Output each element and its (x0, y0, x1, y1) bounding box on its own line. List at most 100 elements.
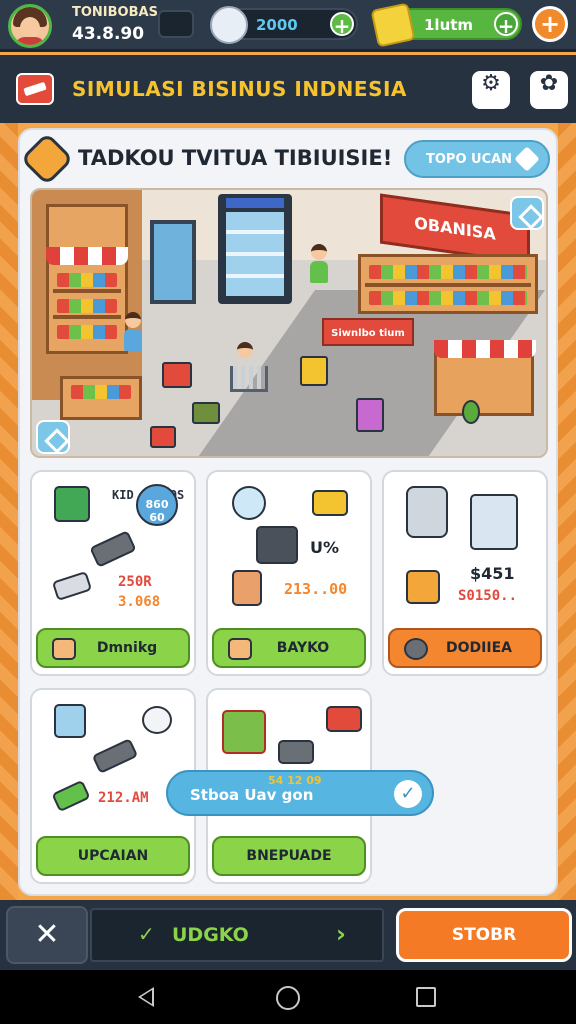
card-2-line-1: U% (310, 538, 340, 557)
card-1-line-2: 860 60 (136, 484, 178, 526)
counter-sign: Siwnlbo tium (322, 318, 414, 346)
gift-crate-icon[interactable] (150, 426, 176, 448)
coin-character-icon (210, 6, 248, 44)
bread-icon (52, 638, 76, 660)
scooter-icon (404, 638, 428, 660)
drinks-fridge[interactable] (218, 194, 292, 304)
bottom-action-bar: ✕ ✓ UDGKO › STOBR (0, 900, 576, 970)
panel-action-label: TOPO UCAN (426, 151, 513, 167)
coins-counter: 2000 + (210, 6, 358, 44)
item-card-1[interactable]: KID 10 GOS 860 60 250R 3.068 Dmnikg (30, 470, 196, 676)
cash-register-icon[interactable] (192, 402, 220, 424)
cart-worker-icon (406, 486, 448, 538)
toolbox-icon (326, 706, 362, 732)
card-5-button[interactable]: BNEPUADE (212, 836, 366, 876)
store-scene[interactable]: OBANISA Siwnlbo tium (30, 188, 548, 458)
upgrade-label: UDGKO (172, 924, 249, 946)
card-3-line-1: $451 (470, 564, 515, 583)
plant-icon (462, 400, 480, 424)
cash-ticket-icon (312, 490, 348, 516)
system-navigation-bar (0, 970, 576, 1024)
card-1-button-label: Dmnikg (96, 640, 158, 656)
store-door[interactable] (150, 220, 196, 304)
card-5-button-label: BNEPUADE (246, 848, 332, 864)
money-basket-icon (222, 710, 266, 754)
card-4-button[interactable]: UPCAIAN (36, 836, 190, 876)
orange-box-icon (406, 570, 440, 604)
vending-icon (54, 486, 90, 522)
shopper-character[interactable] (124, 312, 142, 351)
panel-action-button[interactable]: TOPO UCAN (404, 140, 550, 178)
card-1-line-4: 3.068 (118, 594, 161, 610)
coins-value: 2000 (256, 16, 298, 34)
wrench-tool-icon (91, 738, 139, 774)
safe-box-icon (256, 526, 298, 564)
battery-icon (51, 570, 93, 602)
card-3-button-label: DODIIEA (446, 640, 512, 656)
baguette-icon (228, 638, 252, 660)
floor-decoration-left (0, 123, 18, 900)
card-4-button-label: UPCAIAN (77, 848, 149, 864)
diamond-icon (514, 146, 540, 172)
title-bar: SIMULASI BISINUS INDNESIA ⚙ ✿ (0, 55, 576, 123)
store-button[interactable]: STOBR (396, 908, 572, 962)
shopping-cart-icon[interactable] (230, 366, 268, 392)
chevron-right-icon[interactable]: › (336, 920, 346, 948)
player-name: TONIBOBAS (72, 5, 158, 20)
add-coins-button[interactable]: + (330, 12, 354, 38)
card-2-button[interactable]: BAYKO (212, 628, 366, 668)
settings-gear-icon[interactable]: ⚙ (472, 71, 510, 109)
panel-title: TADKOU TVITUA TIBIUISIE! (78, 146, 393, 170)
player-avatar[interactable] (8, 4, 52, 48)
notification-toast[interactable]: 54 12 09 Stboa Uav gon ✓ (166, 770, 434, 816)
gems-counter: 1lutm + (370, 2, 522, 48)
button-icon (232, 486, 266, 520)
player-level: 43.8.90 (72, 24, 145, 44)
left-shelf[interactable] (46, 204, 128, 354)
flower-box-icon (232, 570, 262, 606)
purple-package-icon[interactable] (356, 398, 384, 432)
business-logo-icon (16, 73, 54, 105)
store-button-label: STOBR (451, 925, 517, 945)
green-battery-icon (51, 779, 91, 813)
check-chevron-icon: ✓ (138, 922, 155, 946)
cart-shopper-character[interactable] (236, 342, 254, 358)
add-resource-button[interactable]: + (532, 6, 568, 42)
recent-apps-icon[interactable] (416, 987, 436, 1007)
gems-value: 1lutm (424, 16, 474, 34)
top-status-bar: TONIBOBAS 43.8.90 2000 + 1lutm + + (0, 0, 576, 52)
build-tools-icon[interactable]: ✕ (6, 906, 88, 964)
shop-icon[interactable]: ✿ (530, 71, 568, 109)
ice-box-icon (54, 704, 86, 738)
toast-text: Stboa Uav gon (190, 786, 314, 804)
rice-cooker-icon (142, 706, 172, 734)
produce-crate-icon[interactable] (162, 362, 192, 388)
card-4-line-1: 212.AM (98, 790, 149, 806)
card-3-line-2: S0150.. (458, 588, 518, 604)
grey-crate-icon (278, 740, 314, 764)
gem-box-icon (370, 2, 416, 48)
hammer-tool-icon (89, 530, 137, 568)
upgrade-selector[interactable]: ✓ UDGKO › (90, 908, 384, 962)
back-icon[interactable] (138, 987, 154, 1007)
add-gems-button[interactable]: + (494, 12, 518, 38)
cardboard-box-icon[interactable] (300, 356, 328, 386)
card-2-button-label: BAYKO (276, 640, 330, 656)
move-tool-icon[interactable] (36, 420, 70, 454)
card-1-button[interactable]: Dmnikg (36, 628, 190, 668)
map-pin-icon[interactable] (510, 196, 544, 230)
card-1-line-3: 250R (118, 574, 152, 590)
item-card-2[interactable]: U% 213..00 BAYKO (206, 470, 372, 676)
empty-slot[interactable] (158, 10, 194, 38)
home-icon[interactable] (276, 986, 300, 1010)
corner-kiosk[interactable] (434, 340, 536, 416)
card-3-button[interactable]: DODIIEA (388, 628, 542, 668)
clerk-character[interactable] (310, 244, 328, 283)
check-icon[interactable]: ✓ (394, 780, 422, 808)
game-title: SIMULASI BISINUS INDNESIA (72, 77, 407, 101)
checkout-counter[interactable] (60, 376, 142, 420)
display-stand-icon (470, 494, 518, 550)
floor-decoration-right (558, 123, 576, 900)
right-shelf[interactable] (358, 254, 538, 314)
item-card-3[interactable]: $451 S0150.. DODIIEA (382, 470, 548, 676)
